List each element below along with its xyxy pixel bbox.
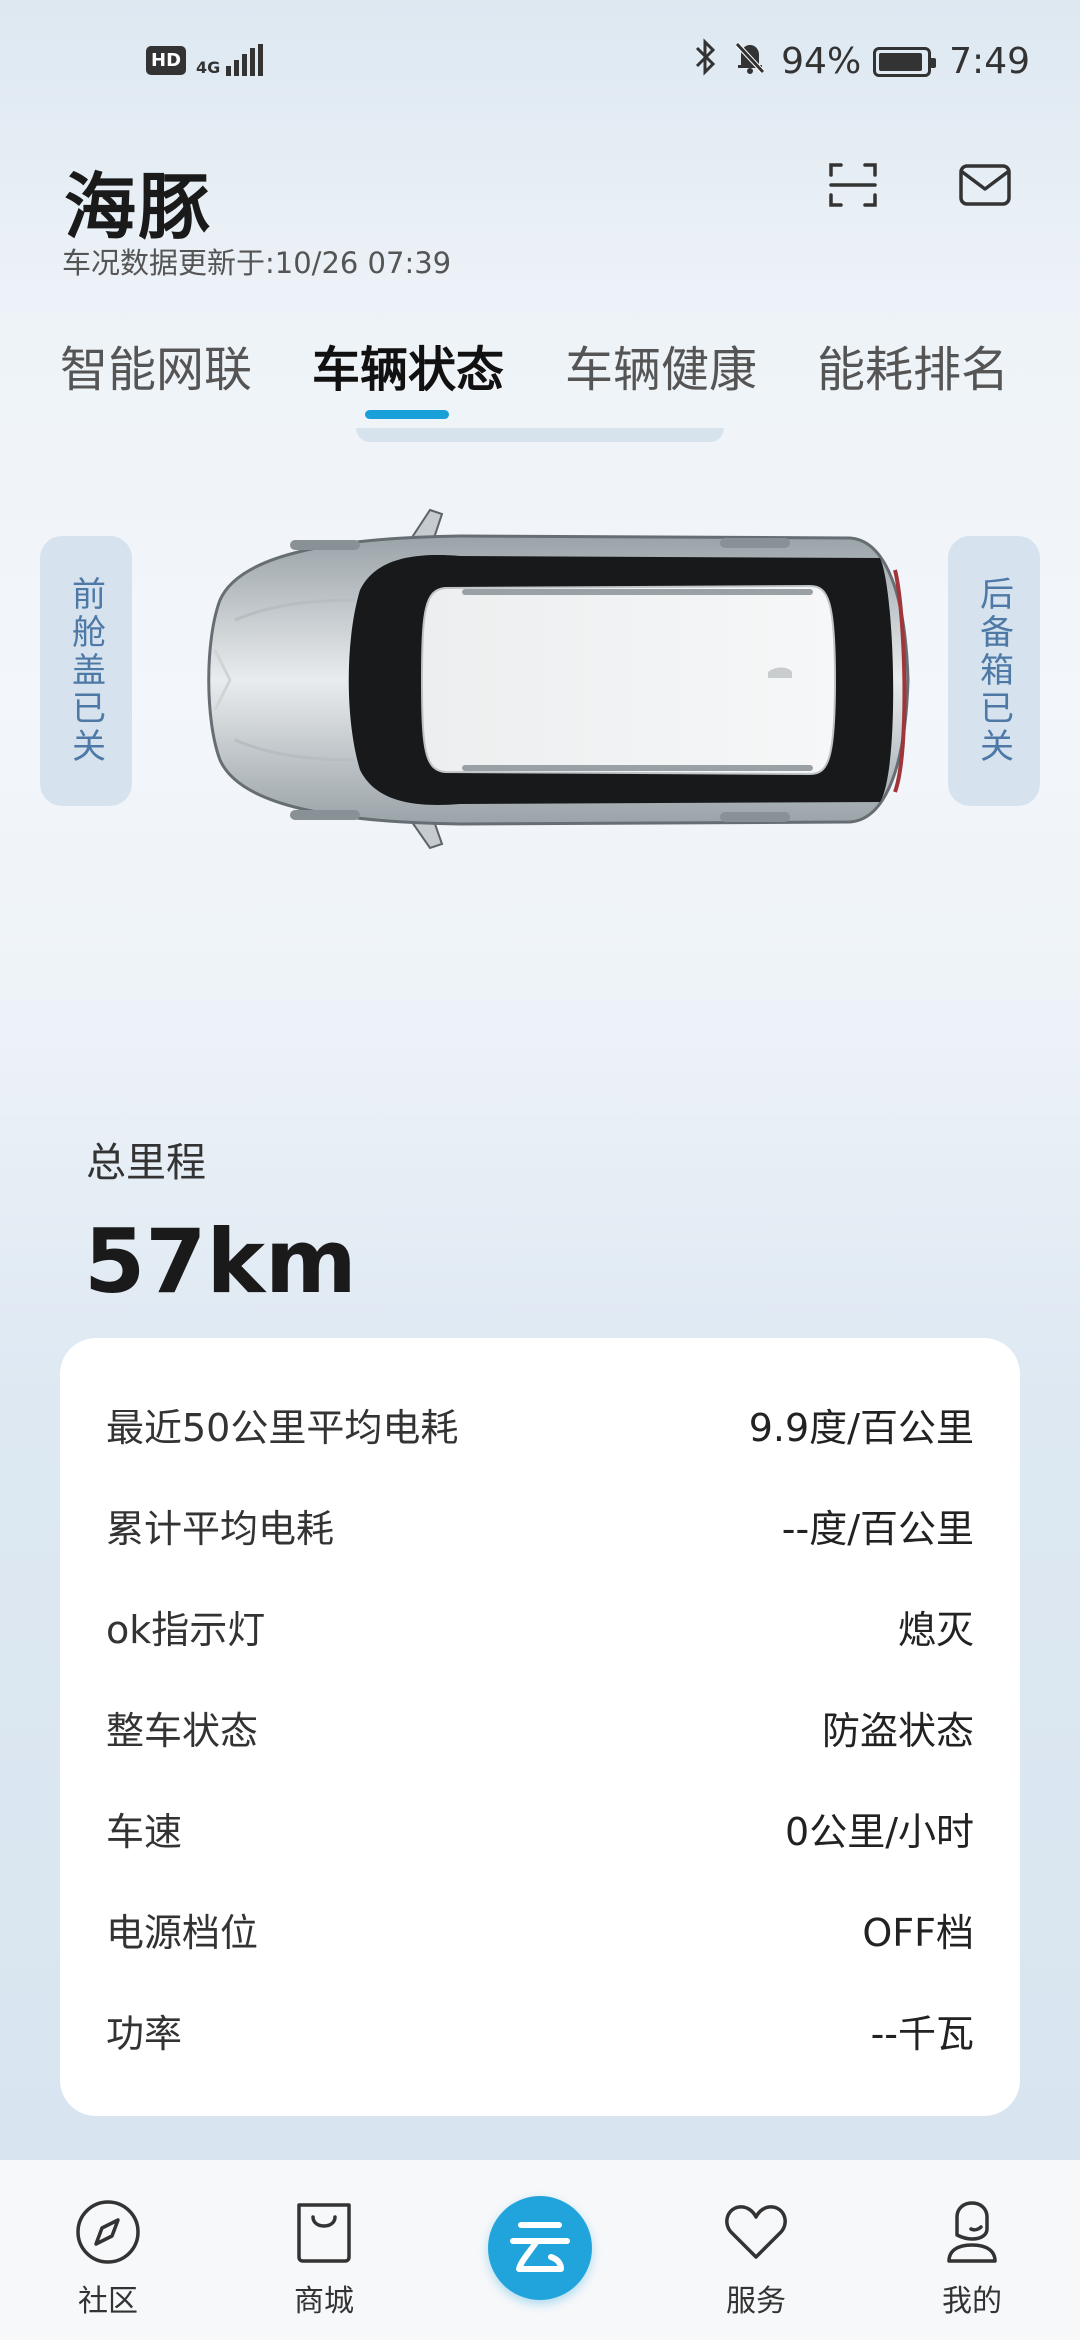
nav-label: 我的 <box>942 2284 1002 2319</box>
heart-icon <box>720 2196 792 2268</box>
stat-value: 熄灭 <box>897 1608 974 1652</box>
compass-icon <box>72 2196 144 2268</box>
signal-icon: 4G <box>196 44 264 76</box>
stat-label: 最近50公里平均电耗 <box>106 1406 459 1450</box>
stat-label: 累计平均电耗 <box>106 1507 335 1551</box>
clock: 7:49 <box>949 41 1030 82</box>
tab-bar: 智能网联 车辆状态 车辆健康 能耗排名 <box>0 330 1080 440</box>
update-time: 车况数据更新于:10/26 07:39 <box>62 246 452 280</box>
stat-value: 防盗状态 <box>821 1709 974 1753</box>
vehicle-stats-card: 最近50公里平均电耗 9.9度/百公里 累计平均电耗 --度/百公里 ok指示灯… <box>60 1338 1020 2116</box>
bag-icon <box>288 2196 360 2268</box>
page-title: 海豚 <box>64 165 213 249</box>
nav-service[interactable]: 服务 <box>696 2196 816 2320</box>
scan-icon <box>829 163 877 207</box>
stat-row-power-gear: 电源档位 OFF档 <box>106 1879 974 1980</box>
stat-row-avg-consumption-50km: 最近50公里平均电耗 9.9度/百公里 <box>106 1374 974 1475</box>
stat-row-power: 功率 --千瓦 <box>106 1980 974 2081</box>
stat-value: OFF档 <box>862 1911 974 1955</box>
total-mileage-label: 总里程 <box>86 1140 206 1186</box>
hd-badge: HD <box>146 45 187 75</box>
tab-vehicle-status[interactable]: 车辆状态 <box>312 330 504 400</box>
tab-energy-ranking[interactable]: 能耗排名 <box>817 330 1009 400</box>
total-mileage-value: 57km <box>84 1210 357 1313</box>
stat-label: 车速 <box>106 1810 183 1854</box>
stat-value: --度/百公里 <box>781 1507 974 1551</box>
battery-icon <box>873 46 937 77</box>
bluetooth-icon <box>693 38 719 85</box>
tab-vehicle-health[interactable]: 车辆健康 <box>565 330 757 400</box>
nav-center-cloud-button[interactable] <box>488 2196 592 2300</box>
car-top-view-image <box>207 508 910 850</box>
nav-mall[interactable]: 商城 <box>264 2196 384 2320</box>
stat-label: ok指示灯 <box>106 1608 266 1652</box>
status-right: 94% 7:49 <box>693 38 1030 85</box>
front-hood-label: 前舱盖已关 <box>65 576 106 766</box>
trunk-label: 后备箱已关 <box>973 576 1014 766</box>
stat-label: 整车状态 <box>106 1709 259 1753</box>
message-button[interactable] <box>950 150 1020 220</box>
trunk-status: 后备箱已关 <box>948 536 1040 806</box>
tab-smart-connect[interactable]: 智能网联 <box>60 330 252 400</box>
mail-icon <box>959 164 1011 206</box>
stat-value: --千瓦 <box>870 2012 974 2056</box>
cloud-logo-icon <box>510 2222 570 2272</box>
nav-community[interactable]: 社区 <box>48 2196 168 2320</box>
stat-label: 功率 <box>106 2012 183 2056</box>
network-type: 4G <box>196 58 221 77</box>
stat-row-speed: 车速 0公里/小时 <box>106 1778 974 1879</box>
stat-label: 电源档位 <box>106 1911 259 1955</box>
status-left: HD 4G <box>146 44 264 76</box>
stat-value: 9.9度/百公里 <box>748 1406 974 1450</box>
stat-value: 0公里/小时 <box>785 1810 974 1854</box>
stat-row-cumulative-consumption: 累计平均电耗 --度/百公里 <box>106 1475 974 1576</box>
stat-row-ok-indicator: ok指示灯 熄灭 <box>106 1576 974 1677</box>
stat-row-vehicle-state: 整车状态 防盗状态 <box>106 1677 974 1778</box>
active-tab-indicator <box>365 410 449 419</box>
front-hood-status: 前舱盖已关 <box>40 536 132 806</box>
nav-label: 社区 <box>78 2284 138 2319</box>
status-bar: HD 4G 94% 7:49 <box>0 0 1080 132</box>
nav-label: 服务 <box>726 2284 786 2319</box>
tab-underlay <box>356 428 724 442</box>
mute-bell-icon <box>731 38 769 85</box>
battery-percent: 94% <box>781 41 862 82</box>
nav-label: 商城 <box>294 2284 354 2319</box>
nav-mine[interactable]: 我的 <box>912 2196 1032 2320</box>
person-icon <box>936 2196 1008 2268</box>
scan-button[interactable] <box>818 150 888 220</box>
